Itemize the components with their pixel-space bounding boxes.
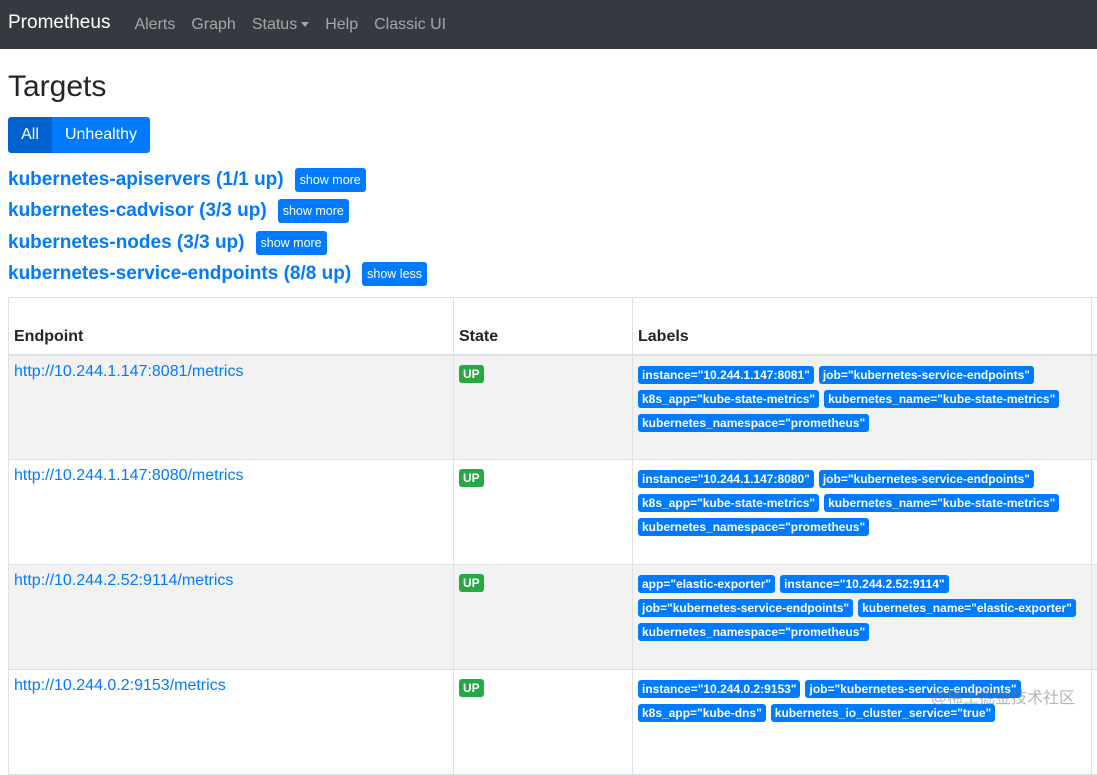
chevron-down-icon: [301, 22, 309, 27]
show-less-button[interactable]: show less: [362, 262, 427, 286]
header-state: State: [454, 298, 633, 355]
label-badge: k8s_app="kube-dns": [638, 704, 766, 722]
label-badge: instance="10.244.0.2:9153": [638, 680, 800, 698]
label-badge: job="kubernetes-service-endpoints": [638, 599, 853, 617]
endpoint-cell: http://10.244.0.2:9153/metrics: [9, 670, 454, 775]
table-row: http://10.244.1.147:8081/metrics UP inst…: [9, 355, 1097, 460]
extra-cell: [1092, 670, 1097, 775]
status-badge: UP: [459, 469, 484, 487]
header-extra: [1092, 298, 1097, 355]
show-more-button[interactable]: show more: [278, 199, 349, 223]
state-cell: UP: [454, 355, 633, 460]
endpoint-cell: http://10.244.1.147:8081/metrics: [9, 355, 454, 460]
endpoint-link[interactable]: http://10.244.0.2:9153/metrics: [14, 677, 226, 694]
label-badge: kubernetes_name="kube-state-metrics": [824, 494, 1059, 512]
label-badge: kubernetes_namespace="prometheus": [638, 623, 869, 641]
label-badge: kubernetes_namespace="prometheus": [638, 518, 869, 536]
pool-service-endpoints: kubernetes-service-endpoints (8/8 up) sh…: [8, 259, 1089, 291]
label-badge: instance="10.244.1.147:8080": [638, 470, 814, 488]
endpoint-cell: http://10.244.1.147:8080/metrics: [9, 460, 454, 565]
endpoint-link[interactable]: http://10.244.1.147:8081/metrics: [14, 363, 243, 380]
label-badge: kubernetes_name="kube-state-metrics": [824, 390, 1059, 408]
pool-title-link[interactable]: kubernetes-apiservers (1/1 up): [8, 169, 284, 191]
status-badge: UP: [459, 679, 484, 697]
labels-cell: app="elastic-exporter" instance="10.244.…: [633, 565, 1092, 670]
nav-help[interactable]: Help: [325, 16, 358, 34]
labels-cell: instance="10.244.1.147:8081" job="kubern…: [633, 355, 1092, 460]
state-cell: UP: [454, 670, 633, 775]
top-navbar: Prometheus Alerts Graph Status Help Clas…: [0, 0, 1097, 49]
show-more-button[interactable]: show more: [295, 168, 366, 192]
extra-cell: [1092, 460, 1097, 565]
page-title: Targets: [8, 69, 1089, 105]
state-cell: UP: [454, 460, 633, 565]
pool-title-link[interactable]: kubernetes-nodes (3/3 up): [8, 232, 245, 254]
header-endpoint: Endpoint: [9, 298, 454, 355]
label-badge: kubernetes_name="elastic-exporter": [858, 599, 1076, 617]
table-row: http://10.244.1.147:8080/metrics UP inst…: [9, 460, 1097, 565]
status-badge: UP: [459, 365, 484, 383]
pool-title-link[interactable]: kubernetes-cadvisor (3/3 up): [8, 200, 267, 222]
table-header-row: Endpoint State Labels: [9, 298, 1097, 355]
label-badge: instance="10.244.2.52:9114": [780, 575, 949, 593]
endpoint-link[interactable]: http://10.244.2.52:9114/metrics: [14, 572, 233, 589]
label-badge: job="kubernetes-service-endpoints": [819, 470, 1034, 488]
table-row: http://10.244.2.52:9114/metrics UP app="…: [9, 565, 1097, 670]
brand-link[interactable]: Prometheus: [8, 12, 110, 34]
extra-cell: [1092, 355, 1097, 460]
show-more-button[interactable]: show more: [256, 231, 327, 255]
pool-nodes: kubernetes-nodes (3/3 up) show more: [8, 227, 1089, 259]
label-badge: job="kubernetes-service-endpoints": [819, 366, 1034, 384]
filter-unhealthy-button[interactable]: Unhealthy: [52, 117, 150, 153]
pool-cadvisor: kubernetes-cadvisor (3/3 up) show more: [8, 196, 1089, 228]
nav-status-dropdown[interactable]: Status: [252, 16, 309, 34]
label-badge: instance="10.244.1.147:8081": [638, 366, 814, 384]
endpoint-link[interactable]: http://10.244.1.147:8080/metrics: [14, 467, 243, 484]
nav-graph[interactable]: Graph: [191, 16, 235, 34]
pool-apiservers: kubernetes-apiservers (1/1 up) show more: [8, 164, 1089, 196]
watermark: @稀土掘金技术社区: [931, 684, 1075, 708]
endpoint-cell: http://10.244.2.52:9114/metrics: [9, 565, 454, 670]
extra-cell: [1092, 565, 1097, 670]
target-filter-group: All Unhealthy: [8, 117, 1089, 153]
nav-classic-ui[interactable]: Classic UI: [374, 16, 446, 34]
state-cell: UP: [454, 565, 633, 670]
filter-all-button[interactable]: All: [8, 117, 52, 153]
labels-cell: instance="10.244.1.147:8080" job="kubern…: [633, 460, 1092, 565]
status-badge: UP: [459, 574, 484, 592]
label-badge: k8s_app="kube-state-metrics": [638, 390, 819, 408]
nav-status-label: Status: [252, 16, 297, 34]
nav-alerts[interactable]: Alerts: [134, 16, 175, 34]
pool-title-link[interactable]: kubernetes-service-endpoints (8/8 up): [8, 263, 351, 285]
label-badge: app="elastic-exporter": [638, 575, 775, 593]
main-container: Targets All Unhealthy kubernetes-apiserv…: [0, 69, 1097, 775]
header-labels: Labels: [633, 298, 1092, 355]
label-badge: k8s_app="kube-state-metrics": [638, 494, 819, 512]
label-badge: kubernetes_namespace="prometheus": [638, 414, 869, 432]
